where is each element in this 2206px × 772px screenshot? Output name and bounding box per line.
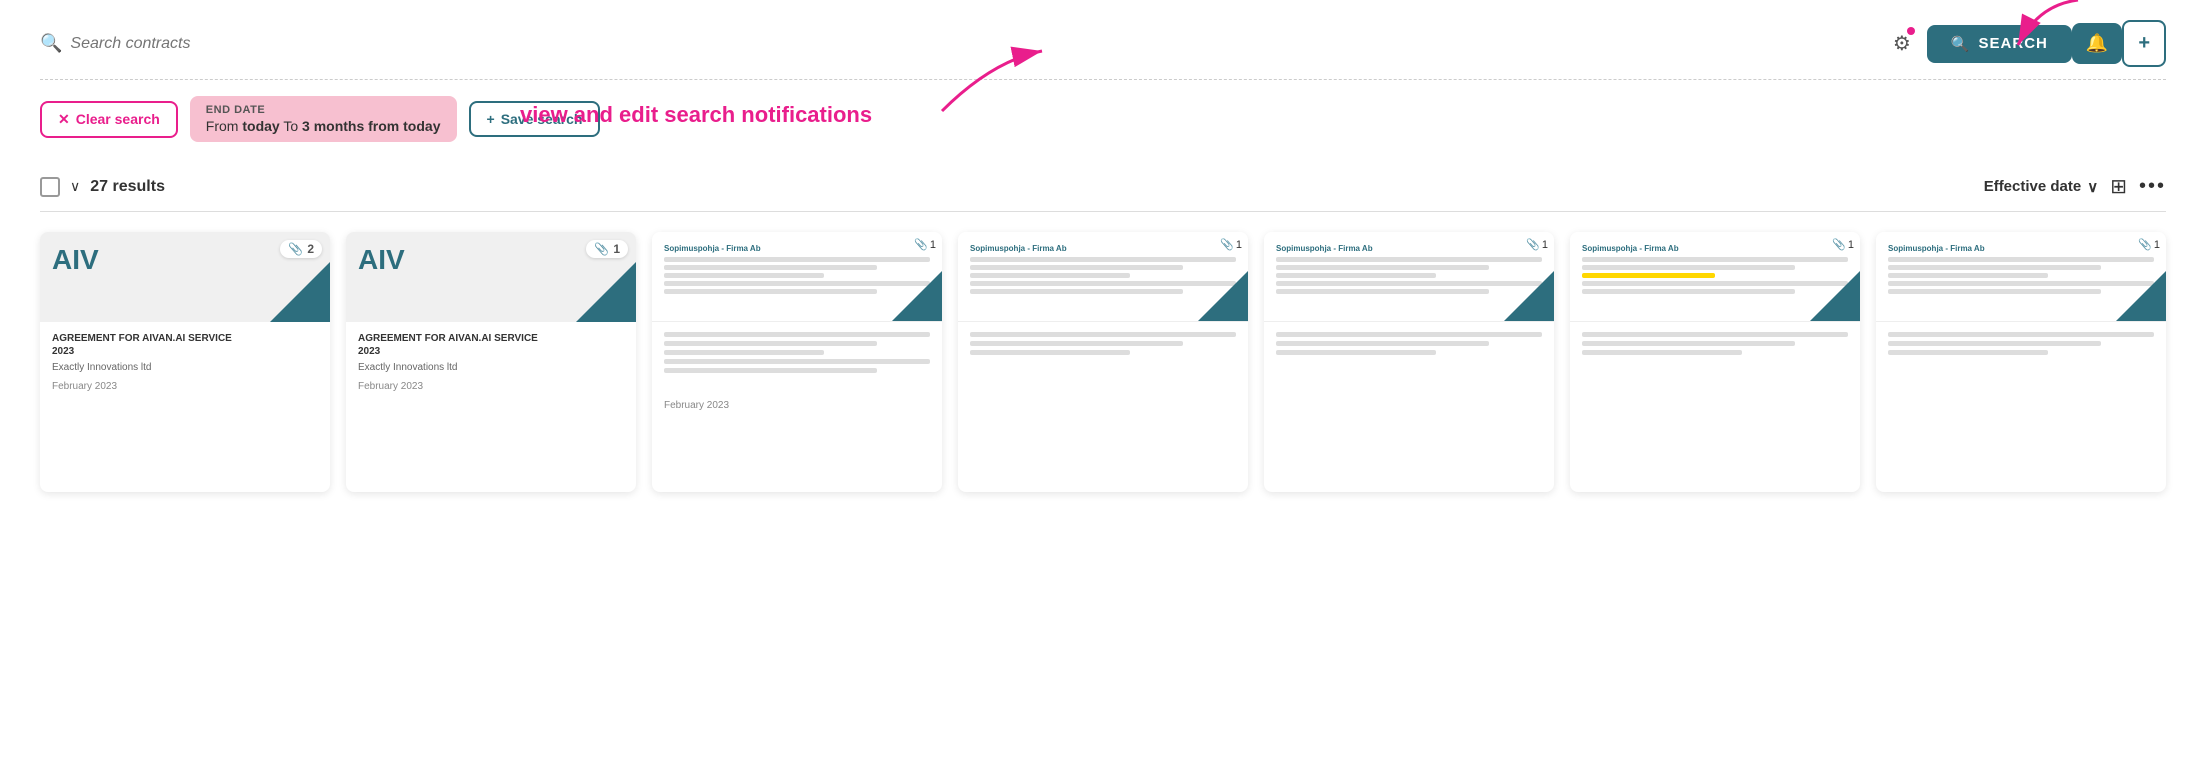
end-date-label: END DATE — [206, 104, 441, 116]
filter-button[interactable]: ⚙ — [1889, 27, 1915, 60]
notification-bell-button[interactable]: 🔔 — [2072, 23, 2122, 64]
search-btn-icon: 🔍 — [1951, 35, 1971, 53]
results-left: ∨ 27 results — [40, 177, 165, 197]
search-input[interactable] — [70, 35, 1877, 53]
card-body: February 2023 — [652, 322, 942, 421]
card-body — [1264, 322, 1554, 402]
paperclip-icon: 📎 — [594, 242, 609, 256]
add-notification-annotation: addsearchnotification — [2068, 0, 2176, 5]
plus-icon: + — [2138, 32, 2150, 55]
search-button[interactable]: 🔍 SEARCH — [1927, 25, 2072, 63]
card-company: Exactly Innovations ltd — [358, 362, 624, 373]
contracts-grid: AIV 📎 2 AGREEMENT FOR AIVAN.AI SERVICE20… — [40, 232, 2166, 492]
paperclip-icon: 📎 — [914, 238, 928, 251]
results-row: ∨ 27 results Effective date ∨ ⊞ ••• — [40, 162, 2166, 212]
select-all-checkbox[interactable] — [40, 177, 60, 197]
results-right: Effective date ∨ ⊞ ••• — [1984, 174, 2166, 199]
card-attachment-badge: 📎 1 — [2138, 238, 2160, 251]
search-row: 🔍 ⚙ 🔍 SEARCH 🔔 + addsearchnotification — [40, 20, 2166, 80]
filter-annotation-wrapper: ✕ Clear search END DATE From today To 3 … — [40, 96, 2166, 142]
add-notification-button[interactable]: + — [2122, 20, 2166, 67]
action-buttons-group: 🔍 SEARCH 🔔 + addsearchnotification — [1927, 20, 2166, 67]
paperclip-icon: 📎 — [1526, 238, 1540, 251]
sort-chevron-icon: ∨ — [2087, 178, 2098, 196]
card-body — [1876, 322, 2166, 402]
sort-button[interactable]: Effective date ∨ — [1984, 178, 2099, 196]
filter-icon: ⚙ — [1893, 33, 1911, 55]
card-attachment-badge: 📎 1 — [1526, 238, 1548, 251]
card-header: Sopimuspohja - Firma Ab 📎 1 — [1570, 232, 1860, 322]
card-date: February 2023 — [358, 381, 624, 392]
end-date-filter-chip[interactable]: END DATE From today To 3 months from tod… — [190, 96, 457, 142]
doc-content: Sopimuspohja - Firma Ab — [660, 238, 934, 300]
card-header: AIV 📎 2 — [40, 232, 330, 322]
doc-content: Sopimuspohja - Firma Ab — [1578, 238, 1852, 300]
bell-icon: 🔔 — [2086, 33, 2108, 54]
save-search-label: Save search — [501, 111, 583, 127]
paperclip-icon: 📎 — [1220, 238, 1234, 251]
card-attachment-badge: 📎 1 — [1220, 238, 1242, 251]
results-count: 27 results — [90, 178, 165, 196]
card-company: Exactly Innovations ltd — [52, 362, 318, 373]
contract-card[interactable]: Sopimuspohja - Firma Ab 📎 1 — [958, 232, 1248, 492]
search-input-wrapper: 🔍 — [40, 33, 1877, 54]
paperclip-icon: 📎 — [288, 242, 303, 256]
card-attachment-badge: 📎 1 — [1832, 238, 1854, 251]
card-logo: AIV — [52, 244, 99, 276]
card-title: AGREEMENT FOR AIVAN.AI SERVICE2023 — [52, 332, 318, 358]
card-header: Sopimuspohja - Firma Ab 📎 1 — [958, 232, 1248, 322]
contract-card[interactable]: Sopimuspohja - Firma Ab 📎 1 — [1570, 232, 1860, 492]
card-body — [958, 322, 1248, 402]
doc-content: Sopimuspohja - Firma Ab — [966, 238, 1240, 300]
save-search-button[interactable]: + Save search — [469, 101, 601, 137]
card-date: February 2023 — [664, 400, 930, 411]
filter-row: ✕ Clear search END DATE From today To 3 … — [40, 96, 2166, 142]
clear-search-label: Clear search — [76, 111, 160, 127]
card-title: AGREEMENT FOR AIVAN.AI SERVICE2023 — [358, 332, 624, 358]
card-date: February 2023 — [52, 381, 318, 392]
search-icon: 🔍 — [40, 33, 62, 54]
grid-icon: ⊞ — [2110, 176, 2127, 198]
contract-card[interactable]: Sopimuspohja - Firma Ab 📎 1 — [1264, 232, 1554, 492]
contract-card[interactable]: AIV 📎 1 AGREEMENT FOR AIVAN.AI SERVICE20… — [346, 232, 636, 492]
contract-card[interactable]: Sopimuspohja - Firma Ab 📎 1 — [1876, 232, 2166, 492]
more-options-button[interactable]: ••• — [2139, 175, 2166, 198]
card-body: AGREEMENT FOR AIVAN.AI SERVICE2023 Exact… — [346, 322, 636, 402]
card-header: Sopimuspohja - Firma Ab 📎 1 — [1264, 232, 1554, 322]
contract-card[interactable]: Sopimuspohja - Firma Ab 📎 1 — [652, 232, 942, 492]
card-header: AIV 📎 1 — [346, 232, 636, 322]
card-attachment-badge: 📎 2 — [280, 240, 322, 258]
ellipsis-icon: ••• — [2139, 175, 2166, 197]
filter-active-dot — [1907, 27, 1915, 35]
chevron-down-icon: ∨ — [70, 178, 80, 195]
contract-card[interactable]: AIV 📎 2 AGREEMENT FOR AIVAN.AI SERVICE20… — [40, 232, 330, 492]
expand-results-button[interactable]: ∨ — [70, 178, 80, 195]
x-icon: ✕ — [58, 111, 70, 128]
sort-label: Effective date — [1984, 178, 2082, 195]
card-body: AGREEMENT FOR AIVAN.AI SERVICE2023 Exact… — [40, 322, 330, 402]
end-date-value: From today To 3 months from today — [206, 118, 441, 134]
card-triangle — [576, 262, 636, 322]
paperclip-icon: 📎 — [1832, 238, 1846, 251]
card-body — [1570, 322, 1860, 402]
card-attachment-badge: 📎 1 — [586, 240, 628, 258]
grid-view-button[interactable]: ⊞ — [2110, 174, 2127, 199]
card-header: Sopimuspohja - Firma Ab 📎 1 — [652, 232, 942, 322]
search-btn-label: SEARCH — [1979, 35, 2048, 52]
card-triangle — [270, 262, 330, 322]
doc-content: Sopimuspohja - Firma Ab — [1884, 238, 2158, 300]
card-logo: AIV — [358, 244, 405, 276]
card-attachment-badge: 📎 1 — [914, 238, 936, 251]
clear-search-button[interactable]: ✕ Clear search — [40, 101, 178, 138]
doc-content: Sopimuspohja - Firma Ab — [1272, 238, 1546, 300]
save-plus-icon: + — [487, 111, 495, 127]
paperclip-icon: 📎 — [2138, 238, 2152, 251]
card-header: Sopimuspohja - Firma Ab 📎 1 — [1876, 232, 2166, 322]
